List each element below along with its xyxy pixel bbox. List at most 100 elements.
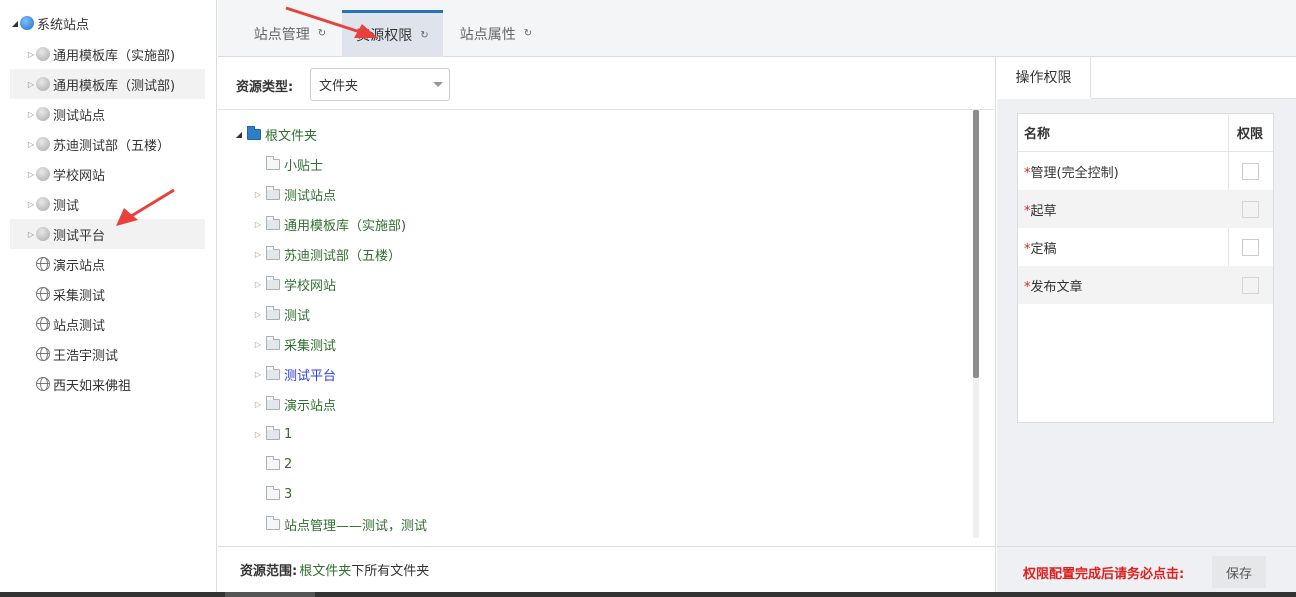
sidebar-item-label: 王浩宇测试 <box>53 348 119 364</box>
permission-checkbox[interactable] <box>1242 200 1259 218</box>
permission-checkbox[interactable] <box>1242 276 1259 294</box>
sidebar-item[interactable]: ▷ 苏迪测试部（五楼） <box>26 129 205 159</box>
folder-icon <box>266 275 280 290</box>
tree-item-label: 站点管理——测试，测试 <box>284 518 428 534</box>
expand-toggle-icon[interactable]: ▷ <box>253 430 263 439</box>
permission-name: *管理(完全控制) <box>1024 165 1119 181</box>
permission-row: *定稿 <box>1018 228 1273 266</box>
sidebar-item-label: 测试 <box>53 198 80 214</box>
tree-item[interactable]: ▷ 苏迪测试部（五楼） <box>253 243 401 265</box>
tree-item[interactable]: 3 <box>253 483 292 505</box>
globe-outline-icon <box>36 317 50 331</box>
sidebar-item[interactable]: 演示站点 <box>36 249 205 279</box>
expand-toggle-icon[interactable]: ▷ <box>253 190 263 199</box>
save-warning-text: 权限配置完成后请务必点击: <box>1023 567 1185 582</box>
sidebar-item-label: 演示站点 <box>53 258 106 274</box>
resource-type-select[interactable]: 文件夹 <box>310 68 450 101</box>
tree-item-label: 3 <box>284 486 293 502</box>
folder-icon <box>266 155 280 170</box>
globe-icon <box>20 16 34 30</box>
refresh-icon[interactable]: ↻ <box>524 28 532 39</box>
expand-toggle-icon[interactable]: ▷ <box>26 200 36 209</box>
globe-icon <box>36 137 50 151</box>
tree-item[interactable]: ▷ 测试 <box>253 303 310 325</box>
folder-icon <box>266 365 280 380</box>
globe-icon <box>36 107 50 121</box>
tree-item[interactable]: ▷ 1 <box>253 423 292 445</box>
sidebar-item[interactable]: 西天如来佛祖 <box>36 369 205 399</box>
sidebar-item-label: 学校网站 <box>53 168 106 184</box>
sidebar-root[interactable]: ◢ 系统站点 <box>10 8 205 38</box>
tree-item[interactable]: 2 <box>253 453 292 475</box>
tree-item-label: 2 <box>284 456 293 472</box>
sidebar-item[interactable]: ▷ 通用模板库（测试部) <box>10 69 205 99</box>
bottom-bar-segment <box>225 592 315 597</box>
sidebar-item-label: 采集测试 <box>53 288 106 304</box>
expand-toggle-icon[interactable]: ◢ <box>234 130 244 139</box>
resource-scope-suffix: 下所有文件夹 <box>351 564 430 579</box>
expand-toggle-icon[interactable]: ▷ <box>26 140 36 149</box>
tree-item[interactable]: 站点管理——测试，测试 <box>253 513 427 535</box>
resource-scope-root-link[interactable]: 根文件夹 <box>299 560 351 579</box>
sidebar-root-label: 系统站点 <box>37 17 90 33</box>
expand-toggle-icon[interactable]: ▷ <box>253 370 263 379</box>
tree-item-label: 1 <box>284 426 293 442</box>
expand-toggle-icon[interactable]: ▷ <box>253 340 263 349</box>
tree-item-selected[interactable]: ▷ 测试平台 <box>253 363 336 385</box>
annotation-arrow-icon <box>116 188 175 226</box>
tree-item-label: 测试 <box>284 308 311 324</box>
expand-toggle-icon[interactable]: ▷ <box>26 50 36 59</box>
permission-name: *发布文章 <box>1024 279 1083 295</box>
folder-icon <box>266 305 280 320</box>
tree-item-label: 演示站点 <box>284 398 337 414</box>
globe-icon <box>36 227 50 241</box>
sidebar-item[interactable]: 采集测试 <box>36 279 205 309</box>
tree-item[interactable]: ▷ 测试站点 <box>253 183 336 205</box>
folder-icon <box>266 245 280 260</box>
folder-icon <box>266 455 280 470</box>
tree-item[interactable]: ▷ 演示站点 <box>253 393 336 415</box>
expand-toggle-icon[interactable]: ▷ <box>253 400 263 409</box>
sidebar-item[interactable]: ▷ 通用模板库（实施部) <box>26 39 205 69</box>
resource-type-label: 资源类型: <box>236 80 294 95</box>
sidebar-item[interactable]: 站点测试 <box>36 309 205 339</box>
tree-item[interactable]: ▷ 通用模板库（实施部) <box>253 213 406 235</box>
globe-icon <box>36 77 50 91</box>
tree-root[interactable]: ◢ 根文件夹 <box>234 123 317 145</box>
scrollbar-thumb[interactable] <box>973 110 979 378</box>
folder-icon <box>266 425 280 440</box>
tree-item-label: 苏迪测试部（五楼） <box>284 248 402 264</box>
permission-checkbox[interactable] <box>1242 238 1259 256</box>
sidebar-item-label: 通用模板库（实施部) <box>53 48 176 64</box>
tree-item-label: 小贴士 <box>284 158 324 174</box>
tree-item[interactable]: ▷ 学校网站 <box>253 273 336 295</box>
sidebar-item[interactable]: ▷ 学校网站 <box>26 159 205 189</box>
tree-item[interactable]: ▷ 采集测试 <box>253 333 336 355</box>
expand-toggle-icon[interactable]: ◢ <box>10 19 20 28</box>
tree-root-label: 根文件夹 <box>265 128 318 144</box>
expand-toggle-icon[interactable]: ▷ <box>253 250 263 259</box>
sidebar-item-label: 苏迪测试部（五楼） <box>53 138 171 154</box>
folder-icon <box>266 185 280 200</box>
expand-toggle-icon[interactable]: ▷ <box>26 230 36 239</box>
resource-panel: 资源类型: 文件夹 ◢ 根文件夹 小贴士 ▷ 测试站点 ▷ 通用模板库（实施部)… <box>218 57 996 592</box>
permission-tab-bar: 操作权限 <box>997 57 1296 99</box>
scrollbar-track[interactable] <box>973 378 979 538</box>
sidebar-item[interactable]: 王浩宇测试 <box>36 339 205 369</box>
column-header-name: 名称 <box>1024 127 1051 142</box>
sidebar-item[interactable]: ▷ 测试站点 <box>26 99 205 129</box>
expand-toggle-icon[interactable]: ▷ <box>26 80 36 89</box>
expand-toggle-icon[interactable]: ▷ <box>253 310 263 319</box>
tab-operation-permission[interactable]: 操作权限 <box>997 57 1091 99</box>
refresh-icon[interactable]: ↻ <box>420 30 428 41</box>
permission-checkbox[interactable] <box>1242 162 1259 180</box>
expand-toggle-icon[interactable]: ▷ <box>253 220 263 229</box>
expand-toggle-icon[interactable]: ▷ <box>253 280 263 289</box>
expand-toggle-icon[interactable]: ▷ <box>26 110 36 119</box>
expand-toggle-icon[interactable]: ▷ <box>26 170 36 179</box>
tree-item[interactable]: 小贴士 <box>253 153 323 175</box>
tab-site-properties[interactable]: 站点属性 ↻ <box>446 10 546 57</box>
save-button[interactable]: 保存 <box>1212 556 1266 588</box>
permission-footer: 权限配置完成后请务必点击: 保存 <box>997 546 1296 592</box>
folder-icon <box>266 335 280 350</box>
